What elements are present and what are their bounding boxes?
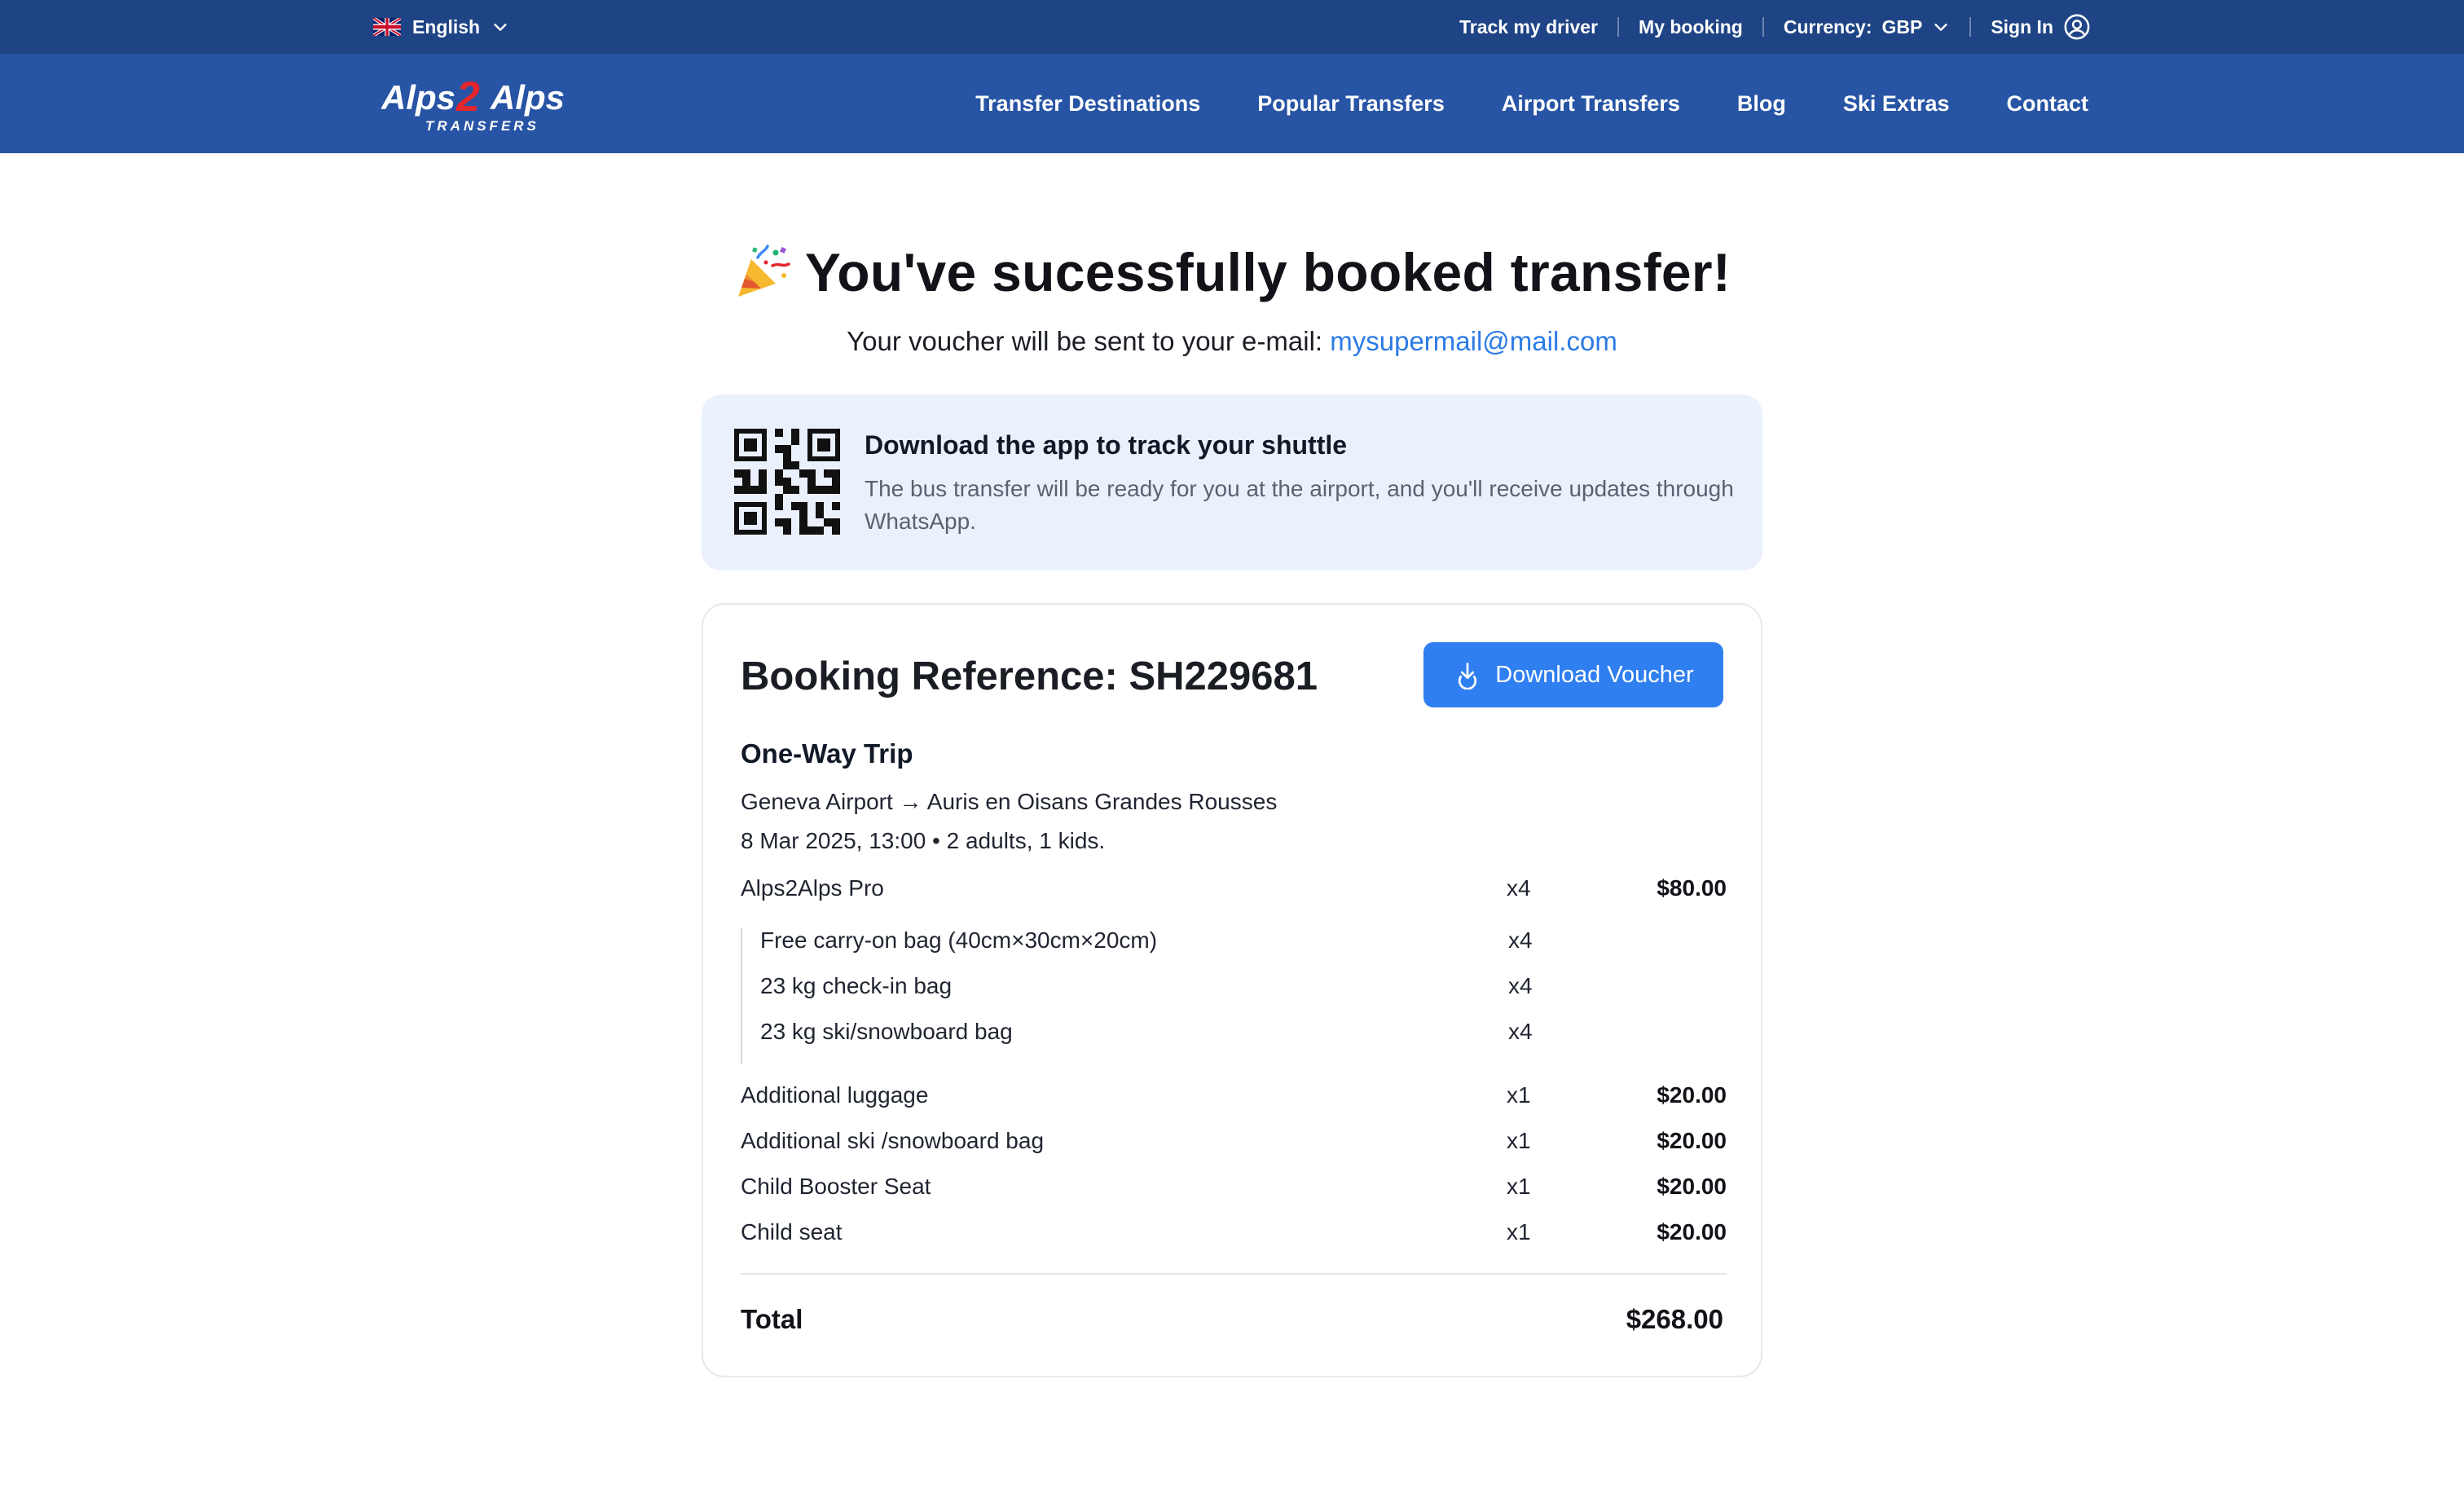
booking-summary-card: Booking Reference: SH229681 Download Vou…: [702, 603, 1762, 1377]
total-divider: [741, 1273, 1727, 1275]
email-link[interactable]: mysupermail@mail.com: [1330, 326, 1617, 356]
total-label: Total: [741, 1304, 803, 1334]
line-item-price: $80.00: [1657, 875, 1727, 901]
language-selector[interactable]: English: [373, 0, 509, 54]
alps2alps-logo[interactable]: Alps 2 Alps TRANSFERS: [381, 73, 574, 134]
line-item-extra: Child seat x1 $20.00: [741, 1219, 1727, 1252]
divider: [1617, 17, 1620, 37]
voucher-notice-text: Your voucher will be sent to your e-mail…: [847, 326, 1331, 356]
total-value: $268.00: [1626, 1304, 1723, 1334]
trip-type: One-Way Trip: [741, 738, 913, 769]
line-item-extra: Additional luggage x1 $20.00: [741, 1082, 1727, 1115]
my-booking-link[interactable]: My booking: [1639, 16, 1743, 38]
nav-transfer-destinations[interactable]: Transfer Destinations: [975, 91, 1200, 117]
line-item-extra: Additional ski /snowboard bag x1 $20.00: [741, 1128, 1727, 1161]
included-item-label: 23 kg check-in bag: [760, 973, 953, 998]
line-item-label: Additional luggage: [741, 1082, 929, 1108]
included-item: 23 kg ski/snowboard bag x4: [760, 1019, 1730, 1051]
line-item-extra: Child Booster Seat x1 $20.00: [741, 1174, 1727, 1206]
primary-nav: Transfer Destinations Popular Transfers …: [975, 54, 2088, 153]
line-item-label: Alps2Alps Pro: [741, 875, 884, 901]
sign-in-link[interactable]: Sign In: [1991, 13, 2091, 41]
logo-text-mid: 2: [455, 75, 480, 121]
line-item-qty: x1: [1507, 1128, 1531, 1153]
divider: [1969, 17, 1972, 37]
included-item: 23 kg check-in bag x4: [760, 973, 1730, 1006]
nav-popular-transfers[interactable]: Popular Transfers: [1257, 91, 1445, 117]
included-item-label: 23 kg ski/snowboard bag: [760, 1019, 1013, 1044]
included-item: Free carry-on bag (40cm×30cm×20cm) x4: [760, 927, 1730, 960]
line-item-qty: x1: [1507, 1082, 1531, 1108]
included-item-qty: x4: [1508, 927, 1533, 953]
app-card-description: The bus transfer will be ready for you a…: [865, 476, 1734, 534]
nav-ski-extras[interactable]: Ski Extras: [1843, 91, 1950, 117]
app-card-title: Download the app to track your shuttle: [865, 430, 1348, 460]
currency-label: Currency:: [1783, 15, 1872, 37]
currency-value: GBP: [1881, 15, 1923, 37]
line-item-qty: x4: [1507, 875, 1531, 901]
page-title: You've sucessfully booked transfer!: [804, 242, 1731, 302]
trip-route: Geneva Airport → Auris en Oisans Grandes…: [741, 789, 1278, 814]
line-item-price: $20.00: [1657, 1174, 1727, 1199]
nav-airport-transfers[interactable]: Airport Transfers: [1502, 91, 1680, 117]
line-item-label: Additional ski /snowboard bag: [741, 1128, 1045, 1153]
included-items: Free carry-on bag (40cm×30cm×20cm) x4 23…: [741, 927, 1727, 1064]
app-download-card: Download the app to track your shuttle T…: [702, 394, 1762, 570]
line-item-qty: x1: [1507, 1219, 1531, 1244]
line-item-price: $20.00: [1657, 1082, 1727, 1108]
download-voucher-label: Download Voucher: [1495, 661, 1694, 688]
qr-code-icon: [734, 429, 840, 535]
included-item-qty: x4: [1508, 1019, 1533, 1044]
main-navbar: Alps 2 Alps TRANSFERS Transfer Destinati…: [0, 54, 2464, 153]
booking-reference: Booking Reference: SH229681: [741, 654, 1318, 698]
user-circle-icon: [2064, 14, 2090, 40]
currency-selector[interactable]: Currency: GBP: [1784, 16, 1951, 38]
nav-blog[interactable]: Blog: [1737, 91, 1786, 117]
success-heading: You've sucessfully booked transfer!: [0, 241, 2464, 303]
line-item-label: Child seat: [741, 1219, 843, 1244]
line-item-price: $20.00: [1657, 1219, 1727, 1244]
logo-text-right: Alps: [490, 78, 565, 117]
party-popper-icon: [737, 244, 790, 297]
voucher-notice: Your voucher will be sent to your e-mail…: [0, 326, 2464, 357]
included-item-qty: x4: [1508, 973, 1533, 998]
line-item-price: $20.00: [1657, 1128, 1727, 1153]
logo-subtitle: TRANSFERS: [425, 118, 539, 134]
language-label: English: [412, 15, 481, 37]
track-driver-link[interactable]: Track my driver: [1459, 16, 1598, 38]
sign-in-label: Sign In: [1991, 15, 2053, 37]
line-item-main: Alps2Alps Pro x4 $80.00: [741, 875, 1727, 908]
nav-contact[interactable]: Contact: [2007, 91, 2089, 117]
logo-text-left: Alps: [381, 78, 455, 117]
top-utility-bar: English Track my driver My booking Curre…: [0, 0, 2464, 54]
chevron-down-icon: [494, 24, 507, 31]
divider: [1762, 17, 1764, 37]
download-icon: [1459, 663, 1477, 689]
download-voucher-button[interactable]: Download Voucher: [1423, 642, 1723, 707]
trip-details: 8 Mar 2025, 13:00 • 2 adults, 1 kids.: [741, 828, 1106, 853]
chevron-down-icon: [1934, 24, 1947, 31]
top-right-links: Track my driver My booking Currency: GBP…: [1459, 0, 2091, 54]
uk-flag-icon: [373, 18, 401, 36]
logo-graphic: Alps 2 Alps TRANSFERS: [381, 73, 565, 134]
included-item-label: Free carry-on bag (40cm×30cm×20cm): [760, 927, 1158, 953]
line-item-qty: x1: [1507, 1174, 1531, 1199]
line-item-label: Child Booster Seat: [741, 1174, 931, 1199]
